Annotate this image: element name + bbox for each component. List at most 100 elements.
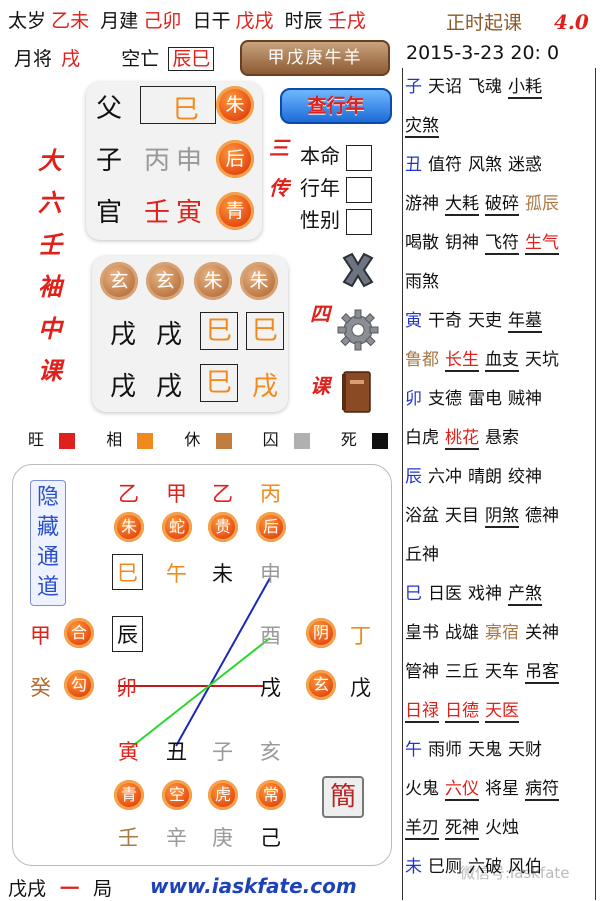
shensha-item: 悬索: [485, 428, 519, 448]
shensha-item: 天诏: [428, 77, 462, 97]
right-branch-1: 酉: [260, 624, 281, 648]
top-stem-2: 甲: [166, 482, 187, 506]
shensha-item: 寅: [405, 311, 422, 331]
shensha-row: 灾煞: [403, 107, 595, 146]
shensha-item: 迷惑: [508, 155, 542, 175]
shensha-item: 死神: [445, 818, 479, 840]
bottom-stem-4: 己: [260, 826, 281, 850]
top-stem-4: 丙: [260, 482, 281, 506]
shensha-item: 三丘: [445, 662, 479, 682]
bottom-branch-2: 丑: [166, 740, 187, 764]
shensha-item: 日医: [428, 584, 462, 604]
shensha-row: 午雨师 天鬼 天财: [403, 731, 595, 770]
shensha-item: 鲁都: [405, 350, 439, 370]
site-url-link[interactable]: www.iaskfate.com: [150, 874, 357, 898]
app-title: 正时起课: [446, 12, 523, 34]
shensha-item: 飞符: [485, 233, 519, 255]
shensha-row: 鲁都 长生 血支 天坑: [403, 341, 595, 380]
bottom-god-4: 常: [256, 780, 286, 810]
shensha-item: 日禄: [405, 701, 439, 723]
shensha-item: 钥神: [445, 233, 479, 253]
shensha-item: 晴朗: [468, 467, 502, 487]
shensha-item: 巳厕: [428, 857, 462, 877]
shensha-item: 将星: [485, 779, 519, 799]
shensha-item: 天车: [485, 662, 519, 682]
bottom-stem-2: 辛: [166, 826, 187, 850]
shensha-item: 长生: [445, 350, 479, 372]
shensha-item: 天坑: [525, 350, 559, 370]
shensha-item: 天医: [485, 701, 519, 723]
shensha-item: 巳: [405, 584, 422, 604]
bottom-branch-1: 寅: [118, 740, 139, 764]
shensha-item: 值符: [428, 155, 462, 175]
shensha-row: 喝散 钥神 飞符 生气: [403, 224, 595, 263]
shensha-item: 羊刃: [405, 818, 439, 840]
shensha-item: 灾煞: [405, 116, 439, 138]
shensha-item: 日德: [445, 701, 479, 723]
right-stem-1: 丁: [350, 624, 371, 648]
shensha-item: 孤辰: [525, 194, 559, 214]
shensha-item: 寡宿: [485, 623, 519, 643]
shensha-row: 管神 三丘 天车 吊客: [403, 653, 595, 692]
right-god-1: 阴: [306, 618, 336, 648]
shensha-item: 雨煞: [405, 272, 439, 292]
shensha-row: 未巳厕 六破 风伯: [403, 848, 595, 887]
shensha-item: 喝散: [405, 233, 439, 253]
right-stem-2: 戊: [350, 676, 371, 700]
shensha-item: 六仪: [445, 779, 479, 801]
bottom-god-3: 虎: [208, 780, 238, 810]
shensha-item: 绞神: [508, 467, 542, 487]
top-branch-4: 申: [260, 562, 281, 586]
top-god-1: 朱: [114, 512, 144, 542]
shensha-item: 六冲: [428, 467, 462, 487]
simplified-toggle-button[interactable]: 簡: [322, 776, 364, 818]
shensha-item: 阴煞: [485, 506, 519, 528]
bottom-stem-3: 庚: [212, 826, 233, 850]
ju-number: 一: [60, 878, 80, 900]
left-branch-2: 卯: [116, 676, 137, 700]
ju-info: 戊戌 一 局: [8, 874, 112, 901]
shensha-item: 皇书: [405, 623, 439, 643]
top-god-2: 蛇: [162, 512, 192, 542]
shensha-row: 火鬼 六仪 将星 病符: [403, 770, 595, 809]
shensha-row: 辰六冲 晴朗 绞神: [403, 458, 595, 497]
shensha-row: 寅干奇 天吏 年墓: [403, 302, 595, 341]
shensha-row: 白虎 桃花 悬索: [403, 419, 595, 458]
left-god-1: 合: [64, 618, 94, 648]
shensha-item: 辰: [405, 467, 422, 487]
channel-lines: [118, 577, 271, 749]
shensha-item: 浴盆: [405, 506, 439, 526]
shensha-item: 小耗: [508, 77, 542, 99]
shensha-row: 皇书 战雄 寡宿 关神: [403, 614, 595, 653]
shensha-item: 未: [405, 857, 422, 877]
shensha-row: 子天诏 飞魂 小耗: [403, 68, 595, 107]
right-god-2: 玄: [306, 670, 336, 700]
left-stem-1: 甲: [30, 624, 51, 648]
shensha-row: 卯支德 雷电 贼神: [403, 380, 595, 419]
shensha-item: 管神: [405, 662, 439, 682]
bottom-branch-4: 亥: [260, 740, 281, 764]
right-branch-2: 戌: [260, 676, 281, 700]
shensha-item: 丑: [405, 155, 422, 175]
shensha-item: 大耗: [445, 194, 479, 216]
shensha-item: 贼神: [508, 389, 542, 409]
shensha-row: 游神 大耗 破碎 孤辰: [403, 185, 595, 224]
shensha-item: 产煞: [508, 584, 542, 606]
top-god-4: 后: [256, 512, 286, 542]
shensha-item: 天鬼: [468, 740, 502, 760]
shensha-item: 火鬼: [405, 779, 439, 799]
shensha-row: 丑值符 风煞 迷惑: [403, 146, 595, 185]
shensha-item: 生气: [525, 233, 559, 255]
line-chou-shen: [175, 577, 271, 747]
line-yin-you: [129, 637, 271, 749]
top-god-3: 贵: [208, 512, 238, 542]
shensha-item: 火烛: [485, 818, 519, 838]
shensha-item: 天吏: [468, 311, 502, 331]
shensha-row: 丘神: [403, 536, 595, 575]
shensha-item: 病符: [525, 779, 559, 801]
shensha-item: 雷电: [468, 389, 502, 409]
shensha-item: 血支: [485, 350, 519, 372]
shensha-item: 桃花: [445, 428, 479, 450]
top-branch-1: 巳: [112, 554, 143, 590]
shensha-item: 风伯: [508, 857, 542, 877]
